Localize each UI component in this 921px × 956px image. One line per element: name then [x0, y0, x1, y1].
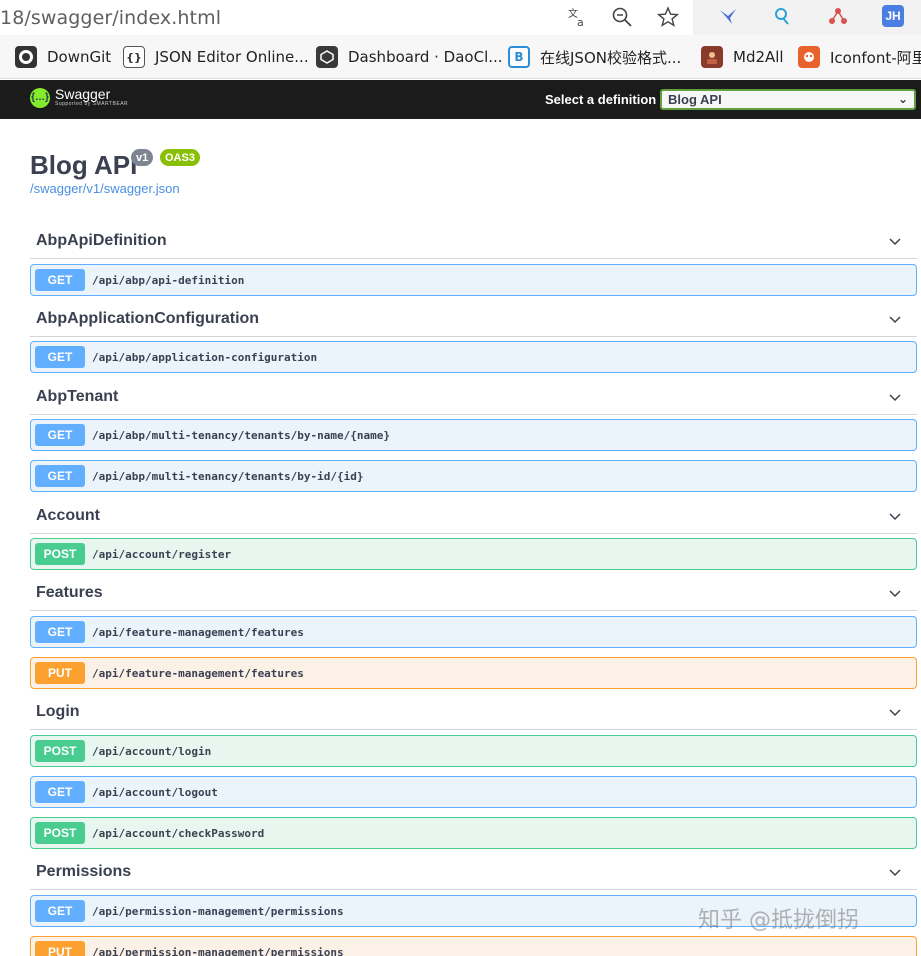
operation-path: /api/feature-management/features — [92, 625, 304, 639]
bejson-icon: B — [508, 46, 530, 68]
operation-row[interactable]: PUT/api/permission-management/permission… — [30, 936, 917, 956]
operation-path: /api/abp/api-definition — [92, 273, 245, 287]
operation-path: /api/abp/multi-tenancy/tenants/by-id/{id… — [92, 469, 364, 483]
tag-name: AbpTenant — [36, 388, 119, 405]
bookmark-md2all[interactable]: Md2All — [701, 44, 784, 70]
tag-header[interactable]: AbpApplicationConfiguration — [30, 307, 917, 337]
iconfont-icon — [798, 46, 820, 68]
swagger-topbar: {…} Swagger Supported by SMARTBEAR Selec… — [0, 80, 921, 119]
chevron-down-icon[interactable] — [887, 389, 903, 405]
swagger-logo[interactable]: {…} Swagger Supported by SMARTBEAR — [30, 87, 128, 108]
operation-row[interactable]: POST/api/account/checkPassword — [30, 817, 917, 849]
bookmarks-bar: DownGit {} JSON Editor Online... Dashboa… — [0, 35, 921, 79]
extension-pen-icon[interactable] — [772, 5, 794, 27]
operation-path: /api/account/checkPassword — [92, 826, 265, 840]
daocloud-icon — [316, 46, 338, 68]
swagger-logo-icon: {…} — [30, 87, 50, 108]
chevron-down-icon[interactable] — [887, 233, 903, 249]
method-badge: PUT — [35, 941, 85, 956]
tag-name: Account — [36, 507, 100, 524]
bookmark-star-icon[interactable] — [656, 5, 680, 29]
bookmark-bejson[interactable]: B 在线JSON校验格式... — [508, 44, 681, 70]
tag-name: Login — [36, 703, 80, 720]
tag-name: Features — [36, 584, 103, 601]
zoom-icon[interactable] — [610, 5, 634, 29]
operation-row[interactable]: GET/api/abp/api-definition — [30, 264, 917, 296]
md2all-icon — [701, 46, 723, 68]
operation-path: /api/abp/multi-tenancy/tenants/by-name/{… — [92, 428, 391, 442]
operation-row[interactable]: GET/api/abp/multi-tenancy/tenants/by-nam… — [30, 419, 917, 451]
operation-row[interactable]: GET/api/abp/application-configuration — [30, 341, 917, 373]
method-badge: GET — [35, 621, 85, 643]
oas-badge: OAS3 — [160, 149, 200, 166]
tag-header[interactable]: Login — [30, 700, 917, 730]
method-badge: GET — [35, 346, 85, 368]
method-badge: POST — [35, 822, 85, 844]
method-badge: PUT — [35, 662, 85, 684]
operation-row[interactable]: PUT/api/feature-management/features — [30, 657, 917, 689]
method-badge: POST — [35, 740, 85, 762]
tag-name: AbpApiDefinition — [36, 232, 167, 249]
operation-path: /api/abp/application-configuration — [92, 350, 318, 364]
method-badge: GET — [35, 269, 85, 291]
tag-header[interactable]: Features — [30, 581, 917, 611]
operation-row[interactable]: POST/api/account/login — [30, 735, 917, 767]
browser-toolbar: 18/swagger/index.html 文a JH — [0, 0, 921, 35]
api-title: Blog API — [30, 150, 138, 180]
operation-path: /api/account/register — [92, 547, 232, 561]
operation-path: /api/permission-management/permissions — [92, 904, 344, 918]
method-badge: GET — [35, 781, 85, 803]
bookmark-dashboard[interactable]: Dashboard · DaoCl... — [316, 44, 503, 70]
method-badge: GET — [35, 465, 85, 487]
operation-path: /api/account/login — [92, 744, 212, 758]
watermark: 知乎 @抵拢倒拐 — [698, 908, 859, 933]
operation-row[interactable]: POST/api/account/register — [30, 538, 917, 570]
operation-row[interactable]: GET/api/feature-management/features — [30, 616, 917, 648]
tag-name: Permissions — [36, 863, 132, 880]
extension-network-icon[interactable] — [827, 5, 849, 27]
version-badge: v1 — [131, 149, 154, 166]
url-text[interactable]: 18/swagger/index.html — [0, 7, 221, 29]
profile-avatar[interactable]: JH — [882, 5, 904, 27]
bookmark-json-editor[interactable]: {} JSON Editor Online... — [123, 44, 309, 70]
definition-select-label: Select a definition — [545, 92, 657, 107]
tag-header[interactable]: Permissions — [30, 860, 917, 890]
method-badge: POST — [35, 543, 85, 565]
chevron-down-icon[interactable] — [887, 311, 903, 327]
operation-path: /api/permission-management/permissions — [92, 945, 344, 956]
method-badge: GET — [35, 900, 85, 922]
operation-row[interactable]: GET/api/abp/multi-tenancy/tenants/by-id/… — [30, 460, 917, 492]
tag-name: AbpApplicationConfiguration — [36, 310, 260, 327]
chevron-down-icon[interactable] — [887, 704, 903, 720]
bookmark-downgit[interactable]: DownGit — [15, 44, 111, 70]
operation-path: /api/account/logout — [92, 785, 218, 799]
github-icon — [15, 46, 37, 68]
extension-bird-icon[interactable] — [717, 5, 739, 27]
definition-select[interactable]: Blog API ⌄ — [660, 89, 916, 110]
spec-link[interactable]: /swagger/v1/swagger.json — [30, 181, 180, 196]
chevron-down-icon[interactable] — [887, 585, 903, 601]
bookmark-iconfont[interactable]: Iconfont-阿里 — [798, 44, 921, 70]
chevron-down-icon: ⌄ — [897, 92, 908, 106]
tag-header[interactable]: Account — [30, 504, 917, 534]
braces-icon: {} — [123, 46, 145, 68]
chevron-down-icon[interactable] — [887, 508, 903, 524]
method-badge: GET — [35, 424, 85, 446]
svg-text:a: a — [577, 16, 584, 28]
translate-icon[interactable]: 文a — [566, 5, 590, 29]
operation-row[interactable]: GET/api/account/logout — [30, 776, 917, 808]
chevron-down-icon[interactable] — [887, 864, 903, 880]
tag-header[interactable]: AbpTenant — [30, 385, 917, 415]
operation-path: /api/feature-management/features — [92, 666, 304, 680]
tag-header[interactable]: AbpApiDefinition — [30, 229, 917, 259]
